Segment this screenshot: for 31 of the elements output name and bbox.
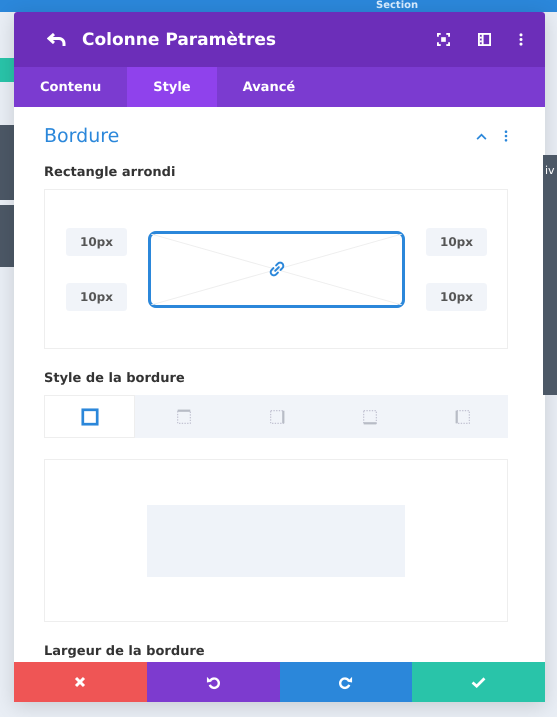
link-icon[interactable] xyxy=(268,260,286,278)
undo-icon xyxy=(206,674,221,690)
border-side-button[interactable] xyxy=(44,395,136,438)
tab[interactable]: Style xyxy=(127,67,217,107)
tab[interactable]: Avancé xyxy=(216,67,322,107)
section-label: Section xyxy=(376,0,418,12)
field-label: Largeur de la bordure xyxy=(44,644,206,659)
redo-icon xyxy=(338,674,354,690)
section-title: Bordure xyxy=(44,125,120,147)
fullscreen-icon[interactable] xyxy=(437,33,450,46)
tab[interactable]: Contenu xyxy=(14,67,128,107)
sidebar-icon[interactable] xyxy=(478,33,491,46)
check-icon xyxy=(471,676,486,688)
chevron-icon[interactable] xyxy=(476,132,487,140)
close-icon xyxy=(74,676,86,688)
side-text: iv xyxy=(545,164,555,177)
border-side-icon xyxy=(361,408,380,426)
field-label: Rectangle arrondi xyxy=(44,165,176,180)
border-side-icon xyxy=(174,408,193,426)
border-side-icon xyxy=(268,408,286,426)
radius-input[interactable]: 10px xyxy=(426,228,487,256)
back-icon[interactable] xyxy=(47,32,67,48)
border-side-icon xyxy=(454,408,472,426)
field-label: Style de la bordure xyxy=(44,371,186,386)
more-icon[interactable] xyxy=(519,33,523,46)
window-title: Colonne Paramètres xyxy=(82,30,278,50)
more-icon[interactable] xyxy=(504,130,508,142)
radius-input[interactable]: 10px xyxy=(426,282,487,310)
radius-input[interactable]: 10px xyxy=(66,228,127,256)
square-icon xyxy=(80,408,99,426)
radius-input[interactable]: 10px xyxy=(66,282,127,310)
